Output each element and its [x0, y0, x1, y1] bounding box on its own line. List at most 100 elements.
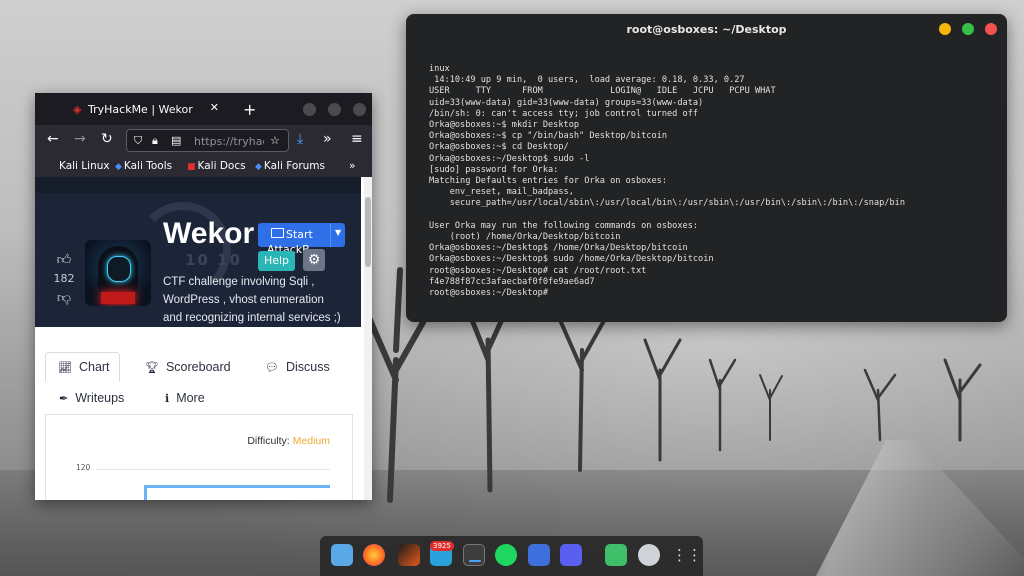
terminal-line: User Orka may run the following commands…: [429, 220, 699, 231]
terminal-line: secure_path=/usr/local/sbin\:/usr/local/…: [429, 198, 905, 209]
terminal-line: Orka@osboxes:~$ cd Desktop/: [429, 142, 569, 153]
window-close-button[interactable]: [353, 103, 366, 116]
forums-icon: ◆: [255, 162, 262, 172]
extensions-puzzle-icon[interactable]: [605, 544, 627, 566]
gear-icon[interactable]: ⚙: [303, 249, 325, 271]
terminal-line: Orka@osboxes:~$ mkdir Desktop: [429, 120, 580, 131]
app-grid-icon[interactable]: ⋮⋮: [672, 544, 702, 566]
terminal-titlebar[interactable]: root@osboxes: ~/Desktop: [406, 14, 1007, 44]
terminal-output[interactable]: inux 14:10:49 up 9 min, 0 users, load av…: [406, 44, 1007, 299]
terminal-line: inux: [429, 64, 450, 74]
maximize-button[interactable]: [962, 23, 974, 35]
thumbs-up-icon[interactable]: 👍︎: [53, 251, 75, 268]
tab-scoreboard[interactable]: 🏆︎ Scoreboard: [145, 352, 231, 382]
bookmark-kali-forums[interactable]: ◆ Kali Forums: [255, 160, 325, 172]
terminal-line: Orka@osboxes:~/Desktop$ /home/Orka/Deskt…: [429, 243, 688, 254]
download-icon[interactable]: ⤓: [297, 131, 303, 147]
tryhackme-favicon-icon: ◈: [73, 103, 82, 116]
tab-writeups[interactable]: ✒ Writeups: [59, 383, 124, 413]
menu-icon[interactable]: ≡: [351, 131, 363, 147]
comments-icon: 💬︎: [265, 361, 279, 374]
browser-tab[interactable]: ◈ TryHackMe | Wekor ✕: [35, 93, 225, 125]
terminal-line: root@osboxes:~/Desktop# cat /root/root.t…: [429, 265, 647, 276]
shield-icon[interactable]: ⛉: [134, 134, 142, 148]
close-button[interactable]: [985, 23, 997, 35]
window-maximize-button[interactable]: [328, 103, 341, 116]
tab-close-icon[interactable]: ✕: [210, 101, 219, 114]
scrollbar-thumb[interactable]: [365, 197, 371, 267]
bookmarks-bar: Kali Linux ◆ Kali Tools ■ Kali Docs ◆ Kali …: [35, 155, 372, 177]
url-text[interactable]: https://tryhac: [194, 135, 264, 148]
terminal-line: 14:10:49 up 9 min, 0 users, load average…: [429, 75, 745, 86]
files-icon[interactable]: [331, 544, 353, 566]
video-call-icon[interactable]: [560, 544, 582, 566]
system-settings-icon[interactable]: [638, 544, 660, 566]
chart-series-line: [144, 485, 330, 500]
caret-down-icon[interactable]: ▼: [335, 228, 341, 237]
terminal-line: root@osboxes:~/Desktop#: [429, 288, 548, 299]
desktop: { "terminal": { "title": "root@osboxes: …: [0, 0, 1024, 576]
bookmark-kali-tools[interactable]: ◆ Kali Tools: [115, 160, 172, 172]
window-minimize-button[interactable]: [303, 103, 316, 116]
minimize-button[interactable]: [939, 23, 951, 35]
pen-icon: ✒: [59, 392, 69, 405]
lock-icon[interactable]: 🔒︎: [152, 134, 158, 148]
hero-top-strip: [35, 177, 361, 193]
burpsuite-icon[interactable]: [398, 544, 420, 566]
forward-arrow-icon[interactable]: →: [74, 131, 86, 147]
terminal-line: f4e788f87cc3afaecbaf0f0fe9ae6ad7: [429, 276, 595, 287]
web-page: 10 10 👍︎ 182 👎︎ Wekor CTF challenge invo…: [35, 177, 372, 500]
terminal-line: (root) /home/Orka/Desktop/bitcoin: [429, 232, 621, 243]
tab-discuss[interactable]: 💬︎ Discuss: [265, 352, 330, 382]
help-button[interactable]: Help: [258, 251, 295, 271]
line-chart-icon: 📈︎: [58, 361, 72, 374]
settings-toggle-icon[interactable]: [528, 544, 550, 566]
terminal-line: Orka@osboxes:~/Desktop$ sudo -l: [429, 153, 590, 164]
chart-panel: Difficulty: Medium 120: [45, 414, 353, 500]
telegram-badge: 3925: [430, 541, 454, 551]
tab-chart[interactable]: 📈︎ Chart: [45, 352, 120, 382]
new-tab-button[interactable]: +: [243, 100, 256, 119]
difficulty-value: Medium: [292, 435, 330, 447]
bookmark-star-icon[interactable]: ☆: [270, 134, 280, 147]
url-bar[interactable]: ⛉ 🔒︎ ▤ https://tryhac ☆: [126, 129, 289, 152]
reload-icon[interactable]: ↻: [101, 131, 113, 147]
room-title: Wekor: [163, 217, 255, 250]
tab-more[interactable]: ℹ More: [165, 383, 205, 413]
room-avatar: [85, 240, 151, 306]
kali-icon: ◆: [115, 162, 122, 172]
tab-title: TryHackMe | Wekor: [88, 102, 193, 116]
terminal-line: USER TTY FROM LOGIN@ IDLE JCPU PCPU WHAT: [429, 86, 776, 97]
browser-nav-bar: ← → ↻ ⛉ 🔒︎ ▤ https://tryhac ☆ ⤓ » ≡: [35, 125, 372, 155]
terminal-line: Matching Defaults entries for Orka on os…: [429, 176, 667, 187]
bookmarks-overflow-icon[interactable]: »: [349, 160, 355, 172]
browser-tab-bar: ◈ TryHackMe | Wekor ✕ +: [35, 93, 372, 125]
firefox-icon[interactable]: [363, 544, 385, 566]
terminal-line: uid=33(www-data) gid=33(www-data) groups…: [429, 97, 704, 108]
background-number: 10 10: [185, 251, 242, 269]
reader-icon[interactable]: ▤: [171, 134, 181, 147]
terminal-line: env_reset, mail_badpass,: [429, 187, 574, 198]
start-label: Start: [286, 228, 313, 241]
back-arrow-icon[interactable]: ←: [47, 131, 59, 147]
dock: ⋮⋮: [320, 536, 703, 576]
page-scrollbar[interactable]: [364, 177, 372, 500]
thumbs-down-icon[interactable]: 👎︎: [53, 289, 75, 306]
vote-widget: 👍︎ 182 👎︎: [53, 251, 75, 306]
terminal-line: /bin/sh: 0: can't access tty; job contro…: [429, 108, 699, 119]
extensions-overflow-icon[interactable]: »: [323, 131, 332, 147]
chart-gridline: [96, 469, 330, 470]
browser-window[interactable]: ◈ TryHackMe | Wekor ✕ + ← → ↻ ⛉ 🔒︎ ▤ htt…: [35, 93, 372, 500]
bookmark-kali-docs[interactable]: ■ Kali Docs: [187, 160, 246, 172]
difficulty-indicator: Difficulty: Medium: [247, 435, 330, 447]
spotify-icon[interactable]: [495, 544, 517, 566]
terminal-window[interactable]: root@osboxes: ~/Desktop inux 14:10:49 up…: [406, 14, 1007, 322]
terminal-line: Orka@osboxes:~/Desktop$ sudo /home/Orka/…: [429, 254, 714, 265]
terminal-line: [sudo] password for Orka:: [429, 164, 559, 175]
trophy-icon: 🏆︎: [145, 361, 159, 374]
bookmark-kali-linux[interactable]: Kali Linux: [59, 160, 110, 172]
monitor-icon: [271, 228, 284, 238]
chart-y-tick: 120: [76, 463, 91, 472]
terminal-icon[interactable]: [463, 544, 485, 566]
